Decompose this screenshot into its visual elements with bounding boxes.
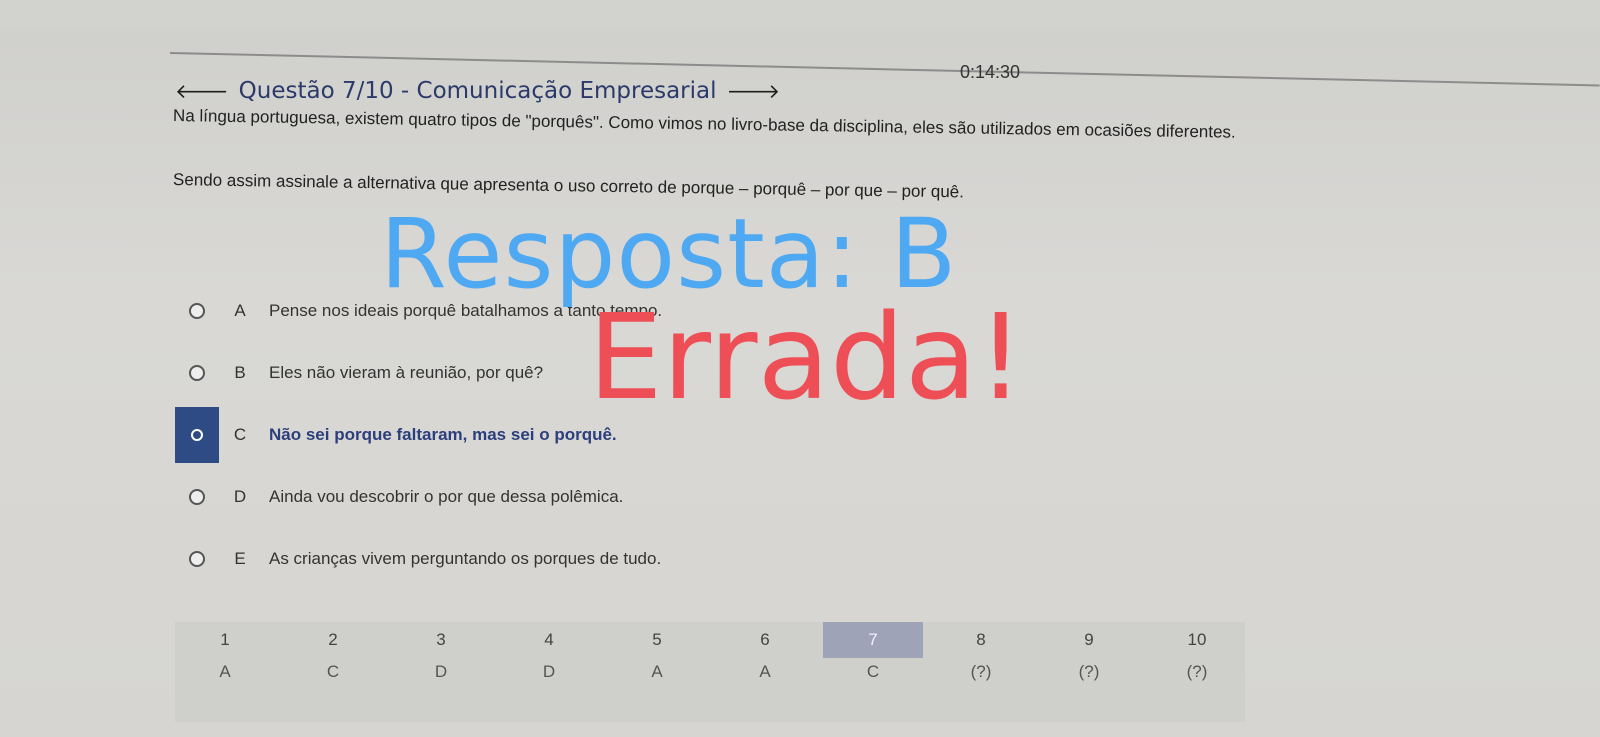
option-text[interactable]: Eles não vieram à reunião, por quê?	[269, 363, 543, 383]
question-navigation: 1A 2C 3D 4D 5A 6A 7C 8 (?) 9 (?) 10 (?)	[175, 622, 1245, 722]
arrow-left-icon[interactable]: 🡐	[175, 79, 229, 103]
nav-number: 10	[1187, 630, 1207, 649]
nav-answer: C	[326, 662, 340, 681]
nav-question-10[interactable]: 10 (?)	[1147, 622, 1247, 682]
nav-question-6[interactable]: 6A	[715, 622, 815, 682]
option-d[interactable]: D Ainda vou descobrir o por que dessa po…	[175, 474, 875, 520]
nav-question-7-current[interactable]: 7C	[823, 622, 923, 682]
nav-number: 4	[544, 630, 554, 649]
timer: 0:14:30	[960, 62, 1021, 82]
nav-answer: D	[542, 662, 556, 681]
nav-question-4[interactable]: 4D	[499, 622, 599, 682]
nav-answer: (?)	[1186, 662, 1208, 681]
nav-number: 3	[436, 630, 446, 649]
radio-button[interactable]	[189, 489, 205, 505]
nav-number: 2	[328, 630, 338, 649]
nav-question-1[interactable]: 1A	[175, 622, 275, 682]
nav-question-8[interactable]: 8 (?)	[931, 622, 1031, 682]
radio-wrap[interactable]	[175, 345, 219, 401]
nav-number: 9	[1084, 630, 1094, 649]
nav-answer: A	[219, 662, 231, 681]
option-letter: D	[233, 487, 247, 506]
nav-answer: C	[866, 662, 880, 681]
radio-wrap[interactable]	[175, 469, 219, 525]
radio-wrap[interactable]	[175, 407, 219, 463]
nav-number: 8	[976, 630, 986, 649]
option-letter: A	[234, 301, 246, 320]
nav-number: 6	[760, 630, 770, 649]
radio-wrap[interactable]	[175, 531, 219, 587]
nav-answer: (?)	[970, 662, 992, 681]
option-e[interactable]: E As crianças vivem perguntando os porqu…	[175, 536, 875, 582]
nav-answer: D	[434, 662, 448, 681]
nav-question-5[interactable]: 5A	[607, 622, 707, 682]
option-text[interactable]: As crianças vivem perguntando os porques…	[269, 549, 661, 569]
nav-number: 7	[823, 622, 923, 658]
arrow-right-icon[interactable]: 🡒	[727, 79, 781, 103]
radio-button[interactable]	[189, 551, 205, 567]
nav-question-3[interactable]: 3D	[391, 622, 491, 682]
top-bar	[0, 0, 1600, 28]
nav-question-9[interactable]: 9 (?)	[1039, 622, 1139, 682]
nav-number: 1	[220, 630, 230, 649]
nav-answer: A	[759, 662, 771, 681]
option-text[interactable]: Ainda vou descobrir o por que dessa polê…	[269, 487, 623, 507]
radio-wrap[interactable]	[175, 283, 219, 339]
radio-button-selected[interactable]	[191, 429, 203, 441]
verdict-overlay: Errada!	[588, 288, 1025, 426]
radio-button[interactable]	[189, 303, 205, 319]
nav-question-2[interactable]: 2C	[283, 622, 383, 682]
nav-number: 5	[652, 630, 662, 649]
nav-answer: (?)	[1078, 662, 1100, 681]
question-text-1: Na língua portuguesa, existem quatro tip…	[172, 106, 1236, 142]
question-title: Questão 7/10 - Comunicação Empresarial	[238, 78, 717, 104]
option-letter: E	[234, 549, 246, 568]
option-letter: C	[233, 425, 247, 444]
radio-button[interactable]	[189, 365, 205, 381]
option-letter: B	[234, 363, 246, 382]
nav-answer: A	[651, 662, 663, 681]
question-header: 🡐 Questão 7/10 - Comunicação Empresarial…	[175, 78, 780, 104]
option-text[interactable]: Não sei porque faltaram, mas sei o porqu…	[269, 425, 617, 445]
